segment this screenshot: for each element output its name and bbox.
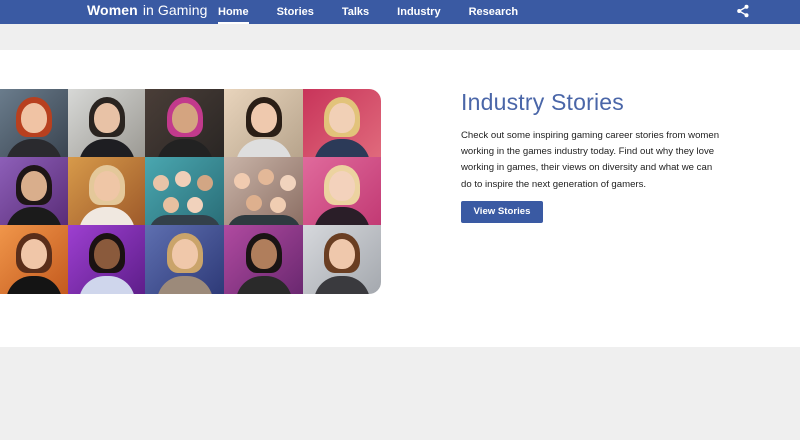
portrait-photo (0, 89, 68, 157)
feature-content: Industry Stories Check out some inspirin… (461, 88, 731, 223)
portrait-photo (224, 225, 303, 294)
nav-link-home[interactable]: Home (210, 0, 257, 24)
portrait-photo (303, 89, 381, 157)
portrait-photo (303, 225, 381, 294)
brand-bold-text: Women (87, 2, 138, 18)
portrait-photo (0, 225, 68, 294)
nav-link-stories[interactable]: Stories (269, 0, 322, 24)
section-title: Industry Stories (461, 89, 624, 115)
nav-link-industry[interactable]: Industry (389, 0, 448, 24)
share-icon[interactable] (736, 4, 750, 18)
view-stories-button[interactable]: View Stories (461, 200, 543, 223)
portrait-photo (68, 225, 145, 294)
nav-link-talks[interactable]: Talks (334, 0, 377, 24)
group-photo (224, 157, 303, 225)
portrait-photo (0, 157, 68, 225)
top-navigation-bar: Women in Gaming Home Stories Talks Indus… (0, 0, 800, 24)
site-logo[interactable]: Women in Gaming (87, 2, 208, 22)
nav-link-research[interactable]: Research (461, 0, 527, 24)
portrait-photo (145, 89, 224, 157)
portrait-photo (145, 225, 224, 294)
portrait-photo (224, 89, 303, 157)
brand-rest-text: in Gaming (142, 2, 208, 18)
section-description: Check out some inspiring gaming career s… (461, 130, 720, 190)
nav-links: Home Stories Talks Industry Research (210, 0, 538, 24)
industry-stories-panel: Industry Stories Check out some inspirin… (0, 50, 800, 347)
group-photo (145, 157, 224, 225)
portrait-photo (303, 157, 381, 225)
portrait-photo (68, 157, 145, 225)
stories-photo-collage[interactable] (0, 89, 381, 294)
portrait-photo (68, 89, 145, 157)
